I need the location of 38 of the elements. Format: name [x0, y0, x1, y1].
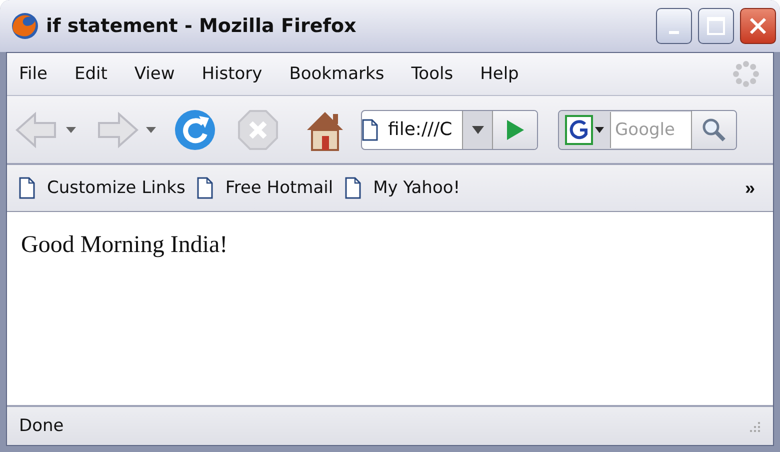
menu-item[interactable]: Tools — [411, 64, 454, 84]
maximize-icon — [706, 16, 726, 36]
more-bookmarks-button[interactable]: » — [738, 176, 761, 200]
bookmark-link[interactable]: My Yahoo! — [345, 177, 460, 199]
reload-button[interactable] — [173, 108, 217, 152]
dropdown-arrow-icon[interactable] — [145, 126, 157, 134]
resize-grip-icon[interactable] — [747, 419, 761, 433]
bookmark-link[interactable]: Free Hotmail — [197, 177, 334, 199]
menu-item[interactable]: Bookmarks — [289, 64, 384, 84]
caret-icon — [472, 126, 484, 134]
menu-item[interactable]: File — [19, 64, 48, 84]
page-icon — [345, 177, 362, 199]
throbber-icon — [731, 59, 761, 89]
search-button[interactable] — [691, 110, 736, 148]
menu-item[interactable]: View — [134, 64, 175, 84]
close-icon — [748, 16, 768, 36]
caret-icon — [595, 126, 604, 132]
search-field[interactable]: Google — [610, 112, 691, 148]
browser-logo-icon — [10, 11, 40, 41]
menu-item[interactable]: History — [202, 64, 262, 84]
g-logo-icon — [565, 114, 593, 144]
menu-item[interactable]: Help — [480, 64, 519, 84]
status-text: Done — [19, 416, 65, 436]
maximize-button[interactable] — [698, 8, 734, 44]
minimize-icon — [669, 30, 679, 34]
menu-item[interactable]: Edit — [74, 64, 108, 84]
search-icon — [701, 116, 727, 142]
page-text: Good Morning India! — [21, 232, 228, 258]
page-icon — [197, 177, 214, 199]
window-title: if statement - Mozilla Firefox — [46, 15, 358, 37]
play-arrow-icon — [505, 118, 525, 140]
minimize-button[interactable] — [656, 8, 692, 44]
close-button[interactable] — [740, 8, 776, 44]
bookmark-link[interactable]: Customize Links — [19, 177, 186, 199]
dropdown-arrow-icon[interactable] — [65, 126, 77, 134]
page-icon — [19, 177, 35, 199]
go-button[interactable] — [492, 110, 537, 148]
address-dropdown-button[interactable] — [462, 110, 492, 148]
